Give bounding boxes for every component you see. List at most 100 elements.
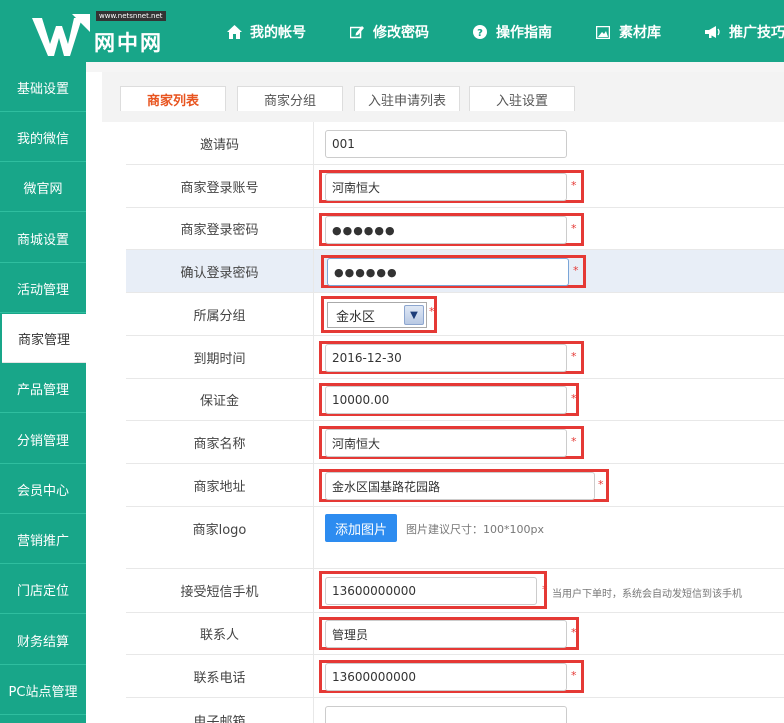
tab-label: 商家分组: [263, 93, 316, 109]
nav-guide[interactable]: ? 操作指南: [472, 21, 552, 43]
megaphone-icon: [705, 24, 721, 40]
expire-time-input[interactable]: 2016-12-30: [325, 344, 567, 372]
form-row-invite-code: 邀请码 001: [126, 122, 784, 165]
logo-mark-icon: [32, 14, 90, 56]
sidebar-item-marketing[interactable]: 营销推广: [0, 515, 86, 564]
field-label: 电子邮箱: [126, 698, 314, 723]
tab-bar: 商家列表 商家分组 入驻申请列表 入驻设置: [102, 72, 784, 122]
form-row-expire-time: 到期时间 2016-12-30 *: [126, 336, 784, 379]
home-icon: [226, 24, 242, 40]
form-row-contact-phone: 联系电话 13600000000 *: [126, 655, 784, 698]
sidebar-item-label: 微官网: [23, 181, 63, 197]
invite-code-input[interactable]: 001: [325, 130, 567, 158]
svg-text:?: ?: [477, 28, 483, 39]
form-row-group: 所属分组 金水区 ▼ *: [126, 293, 784, 336]
sidebar-item-finance[interactable]: 财务结算: [0, 616, 86, 665]
nav-promotion-tips[interactable]: 推广技巧: [705, 21, 784, 43]
confirm-password-input[interactable]: ●●●●●●: [327, 258, 569, 286]
sidebar: 基础设置 我的微信 微官网 商城设置 活动管理 商家管理 产品管理 分销管理 会…: [0, 62, 86, 723]
form-row-contact-person: 联系人 管理员 *: [126, 613, 784, 655]
field-label: 商家登录密码: [126, 208, 314, 249]
group-select-value: 金水区: [336, 309, 376, 325]
required-mark: *: [571, 350, 577, 363]
sidebar-item-label: 会员中心: [16, 483, 69, 499]
email-input[interactable]: [325, 706, 567, 723]
logo-text: 网中网: [94, 31, 163, 55]
nav-label: 操作指南: [496, 25, 552, 41]
edit-icon: [349, 24, 365, 40]
sidebar-item-label: PC站点管理: [8, 684, 78, 700]
sidebar-item-store-location[interactable]: 门店定位: [0, 565, 86, 614]
form-row-merchant-name: 商家名称 河南恒大 *: [126, 421, 784, 464]
contact-phone-input[interactable]: 13600000000: [325, 663, 567, 691]
sidebar-item-label: 分销管理: [16, 433, 69, 449]
sidebar-item-micro-site[interactable]: 微官网: [0, 163, 86, 212]
tab-label: 入驻设置: [495, 93, 548, 109]
field-label: 保证金: [126, 379, 314, 420]
sidebar-item-my-wechat[interactable]: 我的微信: [0, 113, 86, 162]
sidebar-item-label: 营销推广: [16, 533, 69, 549]
required-mark: *: [571, 435, 577, 448]
field-label: 商家名称: [126, 421, 314, 463]
field-label: 确认登录密码: [126, 250, 314, 292]
nav-material-library[interactable]: 素材库: [595, 21, 661, 43]
required-mark: *: [571, 626, 577, 639]
merchant-address-input[interactable]: 金水区国基路花园路: [325, 472, 595, 500]
nav-label: 推广技巧: [729, 25, 784, 41]
sidebar-item-label: 商城设置: [16, 232, 69, 248]
sidebar-item-merchant-management[interactable]: 商家管理: [2, 314, 86, 363]
sidebar-item-mall-settings[interactable]: 商城设置: [0, 214, 86, 263]
login-account-input[interactable]: 河南恒大: [325, 173, 567, 201]
field-label: 商家地址: [126, 464, 314, 506]
sidebar-item-label: 活动管理: [16, 282, 69, 298]
required-mark: *: [542, 583, 548, 596]
sidebar-item-member-center[interactable]: 会员中心: [0, 465, 86, 514]
sidebar-item-label: 我的微信: [16, 131, 69, 147]
required-mark: *: [573, 264, 579, 277]
sidebar-item-basic-settings[interactable]: 基础设置: [0, 63, 86, 112]
form-row-sms-phone: 接受短信手机 13600000000 * 当用户下单时，系统会自动发短信到该手机: [126, 569, 784, 613]
tab-merchant-group[interactable]: 商家分组: [237, 86, 343, 111]
tab-merchant-list[interactable]: 商家列表: [120, 86, 226, 111]
form-row-merchant-logo: 商家logo 添加图片 图片建议尺寸：100*100px: [126, 507, 784, 569]
sms-phone-hint: 当用户下单时，系统会自动发短信到该手机: [552, 589, 742, 600]
sidebar-item-products[interactable]: 产品管理: [0, 364, 86, 413]
nav-label: 修改密码: [373, 25, 429, 41]
deposit-input[interactable]: 10000.00: [325, 386, 567, 414]
field-label: 邀请码: [126, 122, 314, 164]
contact-person-input[interactable]: 管理员: [325, 620, 567, 648]
login-password-input[interactable]: ●●●●●●: [325, 216, 567, 244]
main-content: 商家列表 商家分组 入驻申请列表 入驻设置 邀请码 001 商家登录账号 河南恒…: [86, 62, 784, 723]
field-label: 联系人: [126, 613, 314, 654]
field-label: 商家登录账号: [126, 165, 314, 207]
top-strip: [86, 62, 784, 72]
group-select[interactable]: 金水区 ▼: [327, 302, 427, 328]
required-mark: *: [598, 478, 604, 491]
sidebar-item-pc-site[interactable]: PC站点管理: [0, 666, 86, 715]
add-image-button[interactable]: 添加图片: [325, 514, 397, 542]
sidebar-item-label: 商家管理: [17, 332, 70, 348]
form-row-merchant-address: 商家地址 金水区国基路花园路 *: [126, 464, 784, 507]
top-header: www.netsnnet.net 网中网 我的帐号 修改密码 ? 操作指南 素材…: [0, 0, 784, 62]
sidebar-item-label: 基础设置: [16, 81, 69, 97]
chevron-down-icon: ▼: [404, 305, 424, 325]
nav-change-password[interactable]: 修改密码: [349, 21, 429, 43]
field-label: 联系电话: [126, 655, 314, 697]
sidebar-item-activity[interactable]: 活动管理: [0, 264, 86, 313]
tab-settle-settings[interactable]: 入驻设置: [469, 86, 575, 111]
required-mark: *: [571, 222, 577, 235]
required-mark: *: [571, 179, 577, 192]
sidebar-item-label: 门店定位: [16, 583, 69, 599]
nav-my-account[interactable]: 我的帐号: [226, 21, 306, 43]
required-mark: *: [429, 305, 435, 318]
sidebar-item-label: 财务结算: [16, 634, 69, 650]
logo[interactable]: www.netsnnet.net 网中网: [30, 6, 180, 58]
tab-application-list[interactable]: 入驻申请列表: [354, 86, 460, 111]
field-label: 接受短信手机: [126, 569, 314, 612]
form-row-email: 电子邮箱: [126, 698, 784, 723]
sidebar-item-distribution[interactable]: 分销管理: [0, 415, 86, 464]
merchant-name-input[interactable]: 河南恒大: [325, 429, 567, 457]
logo-size-hint: 图片建议尺寸：100*100px: [406, 523, 544, 536]
sms-phone-input[interactable]: 13600000000: [325, 577, 537, 605]
field-label: 所属分组: [126, 293, 314, 335]
